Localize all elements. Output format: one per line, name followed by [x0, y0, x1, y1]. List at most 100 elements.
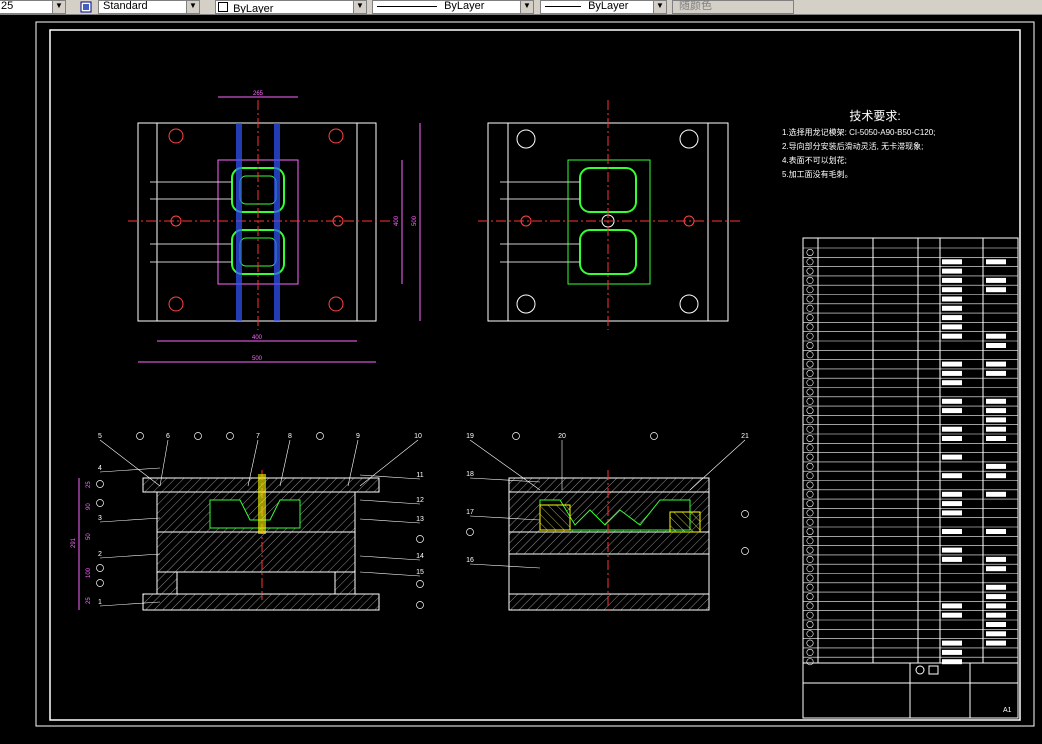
bom-frame — [803, 238, 1018, 663]
lineweight-sample-icon — [545, 6, 581, 7]
bom-balloon — [807, 612, 813, 618]
bom-cell-text — [942, 278, 962, 283]
leader-line — [360, 500, 420, 504]
callout-balloon — [227, 433, 234, 440]
top-clamp-plate — [509, 478, 709, 492]
bom-balloon — [807, 510, 813, 516]
bom-cell-text — [942, 259, 962, 264]
linetype-dropdown[interactable]: ByLayer ▼ — [372, 0, 534, 14]
bom-cell-text — [942, 557, 962, 562]
callout-number: 10 — [414, 433, 422, 440]
text-style-glyph — [80, 1, 92, 13]
text-style-dropdown[interactable]: Standard ▼ — [98, 0, 200, 14]
bom-cell-text — [986, 371, 1006, 376]
leader-line — [470, 440, 540, 490]
bom-balloon — [807, 305, 813, 311]
layer-dropdown[interactable]: ByLayer ▼ — [215, 0, 367, 14]
bom-balloon — [807, 324, 813, 330]
bom-balloon — [807, 575, 813, 581]
bom-cell-text — [942, 501, 962, 506]
leader-line — [360, 572, 420, 576]
dim-h4-text: 100 — [86, 567, 92, 578]
callout-balloon — [417, 602, 424, 609]
color-value: 随颜色 — [679, 0, 712, 12]
callout-number: 20 — [558, 433, 566, 440]
leader-line — [360, 556, 420, 560]
chevron-down-icon: ▼ — [186, 1, 199, 13]
bom-cell-text — [942, 306, 962, 311]
text-height-value: 25 — [1, 0, 13, 12]
bom-balloon — [807, 659, 813, 665]
callout-number: 2 — [98, 551, 102, 558]
bom-balloon — [807, 259, 813, 265]
callout-number: 6 — [166, 433, 170, 440]
text-height-dropdown[interactable]: 25 ▼ — [0, 0, 66, 14]
bom-balloon — [807, 333, 813, 339]
callout-number: 8 — [288, 433, 292, 440]
bolt-hole — [169, 297, 183, 311]
bom-cell-text — [942, 510, 962, 515]
bolt-hole — [329, 129, 343, 143]
ejector-space — [509, 554, 709, 594]
bottom-clamp-plate — [509, 594, 709, 610]
bom-balloon — [807, 435, 813, 441]
dim-h2-text: 90 — [86, 503, 92, 510]
callout-balloon — [97, 481, 104, 488]
bom-cell-text — [942, 297, 962, 302]
bom-balloon — [807, 314, 813, 320]
bom-balloon — [807, 352, 813, 358]
bom-cell-text — [942, 408, 962, 413]
callout-number: 3 — [98, 515, 102, 522]
bom-balloon — [807, 426, 813, 432]
tech-req-title: 技术要求: — [849, 109, 900, 123]
slider-left — [540, 505, 570, 530]
bom-cell-text — [986, 343, 1006, 348]
core-plate — [157, 532, 355, 572]
bom-cell-text — [986, 259, 1006, 264]
leader-line — [100, 554, 160, 558]
text-style-icon[interactable] — [80, 0, 92, 12]
bom-balloon — [807, 454, 813, 460]
callout-balloon — [97, 500, 104, 507]
bom-cell-text — [986, 464, 1006, 469]
bom-balloon — [807, 370, 813, 376]
dim-inner-width-text: 400 — [252, 335, 263, 341]
bom-balloon — [807, 482, 813, 488]
bom-balloon — [807, 556, 813, 562]
guide-pin-hole — [680, 295, 698, 313]
bom-balloon — [807, 528, 813, 534]
cad-drawing-canvas[interactable]: 265 400 500 400 500 技术要求: 1.选择用龙记模架: CI-… — [0, 15, 1042, 739]
cad-model-space[interactable]: 265 400 500 400 500 技术要求: 1.选择用龙记模架: CI-… — [0, 15, 1042, 739]
lineweight-dropdown[interactable]: ByLayer ▼ — [540, 0, 667, 14]
bom-cell-text — [986, 334, 1006, 339]
bom-cell-text — [942, 315, 962, 320]
callout-balloon — [97, 565, 104, 572]
bom-cell-text — [986, 287, 1006, 292]
bom-cell-text — [986, 473, 1006, 478]
leader-line — [100, 440, 160, 486]
mold-base-outline — [138, 123, 376, 321]
leader-line — [360, 519, 420, 523]
section-view-b — [509, 470, 709, 612]
properties-toolbar: 25 ▼ Standard ▼ ByLayer ▼ ByLayer ▼ ByLa… — [0, 0, 1042, 15]
guide-rail-left — [236, 123, 242, 321]
callout-number: 21 — [741, 433, 749, 440]
color-dropdown[interactable]: 随颜色 — [672, 0, 794, 14]
bom-balloon — [807, 445, 813, 451]
callout-number: 19 — [466, 433, 474, 440]
projection-symbol-icon — [929, 666, 938, 674]
callout-number: 7 — [256, 433, 260, 440]
callout-number: 18 — [466, 471, 474, 478]
bom-cell-text — [942, 269, 962, 274]
bom-cell-text — [942, 613, 962, 618]
leader-line — [470, 564, 540, 568]
bom-cell-text — [942, 287, 962, 292]
bom-cell-text — [942, 455, 962, 460]
leader-line — [100, 518, 160, 522]
bom-cell-text — [986, 399, 1006, 404]
bolt-hole — [329, 297, 343, 311]
chevron-down-icon: ▼ — [520, 1, 533, 13]
bom-cell-text — [986, 408, 1006, 413]
dim-top-text: 265 — [253, 91, 264, 97]
bom-balloon — [807, 249, 813, 255]
